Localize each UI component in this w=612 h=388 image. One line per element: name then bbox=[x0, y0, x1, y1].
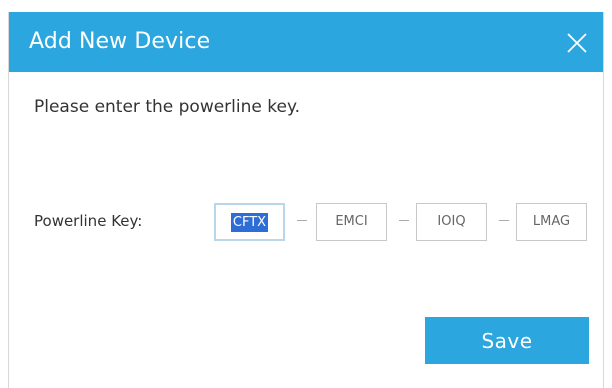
key-segment-3-input[interactable]: IOIQ bbox=[416, 203, 487, 241]
add-device-dialog: Add New Device Please enter the powerlin… bbox=[8, 12, 604, 388]
prompt-text: Please enter the powerline key. bbox=[34, 97, 300, 117]
segment-separator bbox=[297, 220, 307, 221]
key-segment-3-value: IOIQ bbox=[437, 214, 466, 229]
close-icon[interactable] bbox=[566, 32, 588, 54]
key-segment-1-input[interactable]: CFTX bbox=[214, 203, 285, 241]
segment-separator bbox=[399, 220, 409, 221]
key-segment-2-value: EMCI bbox=[335, 214, 368, 229]
key-segment-2-input[interactable]: EMCI bbox=[316, 203, 387, 241]
dialog-titlebar: Add New Device bbox=[9, 12, 603, 72]
key-segment-4-input[interactable]: LMAG bbox=[516, 203, 587, 241]
save-button[interactable]: Save bbox=[425, 317, 589, 364]
dialog-title: Add New Device bbox=[29, 29, 211, 54]
key-segment-4-value: LMAG bbox=[532, 214, 571, 229]
key-segment-1-value: CFTX bbox=[230, 213, 269, 232]
powerline-key-label: Powerline Key: bbox=[34, 212, 143, 230]
segment-separator bbox=[499, 220, 509, 221]
